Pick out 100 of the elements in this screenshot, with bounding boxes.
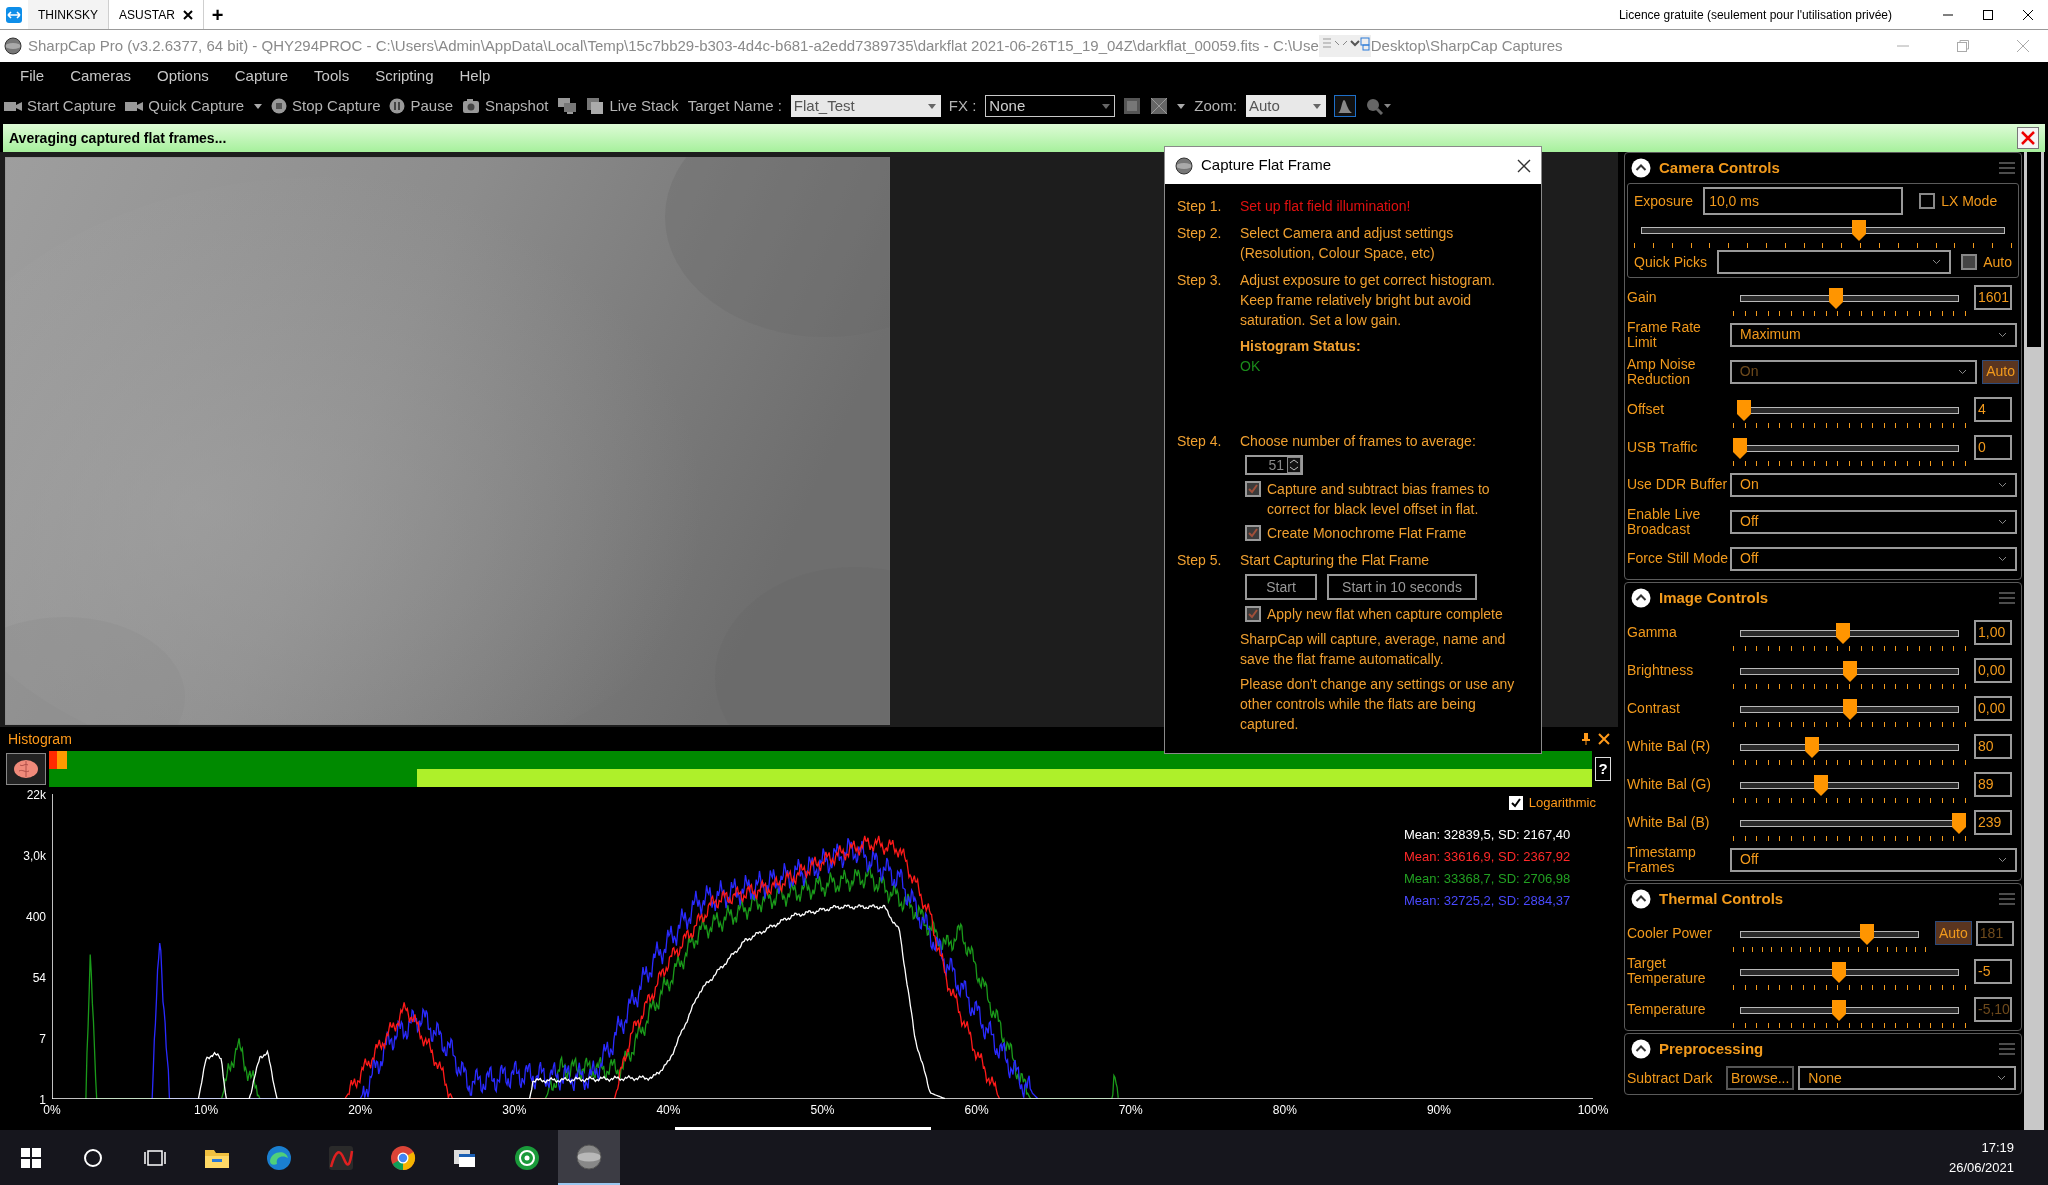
- collapse-icon[interactable]: [1631, 588, 1651, 608]
- value-field[interactable]: 0,00: [1974, 695, 2012, 721]
- close-icon[interactable]: [182, 9, 193, 20]
- value-field[interactable]: 4: [1974, 396, 2012, 422]
- value-field[interactable]: 0,00: [1974, 657, 2012, 683]
- close-icon[interactable]: [1517, 158, 1531, 173]
- chevron-icon[interactable]: [1998, 518, 2007, 525]
- close-icon[interactable]: [2022, 8, 2034, 21]
- dropdown-field[interactable]: On: [1730, 472, 2017, 497]
- dropdown-field[interactable]: Maximum: [1730, 322, 2017, 347]
- slider-thumb[interactable]: [1733, 438, 1747, 460]
- menu-item[interactable]: File: [20, 64, 45, 88]
- slider-thumb[interactable]: [1737, 400, 1752, 422]
- toolbar-button[interactable]: Pause: [389, 93, 454, 119]
- collapse-icon[interactable]: [1631, 158, 1651, 178]
- caret-icon[interactable]: [1177, 103, 1186, 109]
- browser-tab[interactable]: THINKSKY: [28, 0, 108, 29]
- chevron-icon[interactable]: [1998, 856, 2007, 863]
- caret-icon[interactable]: [1312, 103, 1321, 109]
- value-field[interactable]: 89: [1974, 771, 2012, 797]
- menu-item[interactable]: Scripting: [375, 64, 434, 88]
- collapse-icon[interactable]: [1631, 889, 1651, 909]
- dropdown-field[interactable]: None: [985, 95, 1116, 117]
- menu-item[interactable]: Tools: [314, 64, 350, 88]
- slider-thumb[interactable]: [1842, 699, 1857, 721]
- help-button[interactable]: ?: [1595, 757, 1611, 781]
- histogram-stat: Mean: 33368,7, SD: 2706,98: [1404, 870, 1571, 888]
- close-icon[interactable]: [1598, 733, 1610, 745]
- start-button[interactable]: Start in 10 seconds: [1327, 574, 1477, 600]
- pin-icon[interactable]: [1582, 733, 1590, 745]
- toolbar-button[interactable]: Start Capture: [4, 93, 117, 119]
- dropdown-field[interactable]: [1717, 250, 1952, 274]
- remote-toolbar-drawing[interactable]: [1318, 33, 1371, 59]
- checkbox[interactable]: [1245, 606, 1261, 622]
- checkbox[interactable]: [1919, 193, 1936, 209]
- dropdown-field[interactable]: Flat_Test: [790, 95, 941, 117]
- value-field[interactable]: 0: [1974, 434, 2012, 460]
- menu-item[interactable]: Capture: [234, 64, 289, 88]
- caret-icon[interactable]: [927, 103, 936, 109]
- scrollbar-thumb[interactable]: [675, 1127, 931, 1130]
- axis-label: 20%: [347, 1102, 374, 1119]
- field-label: Target Name :: [687, 95, 782, 116]
- grid-icon[interactable]: [1150, 97, 1169, 115]
- number-field[interactable]: 51: [1245, 455, 1303, 475]
- spinner-icon[interactable]: [1287, 457, 1301, 473]
- checkbox[interactable]: [1245, 525, 1261, 541]
- field-label: White Bal (G): [1627, 776, 1712, 792]
- chevron-icon[interactable]: [1932, 259, 1942, 265]
- checkbox[interactable]: [1961, 254, 1978, 270]
- chevron-icon[interactable]: [1998, 331, 2007, 338]
- slider-thumb[interactable]: [1805, 737, 1820, 759]
- dropdown-field[interactable]: Off: [1730, 847, 2017, 872]
- slider-thumb[interactable]: [1814, 775, 1828, 797]
- slider-thumb[interactable]: [1835, 623, 1850, 645]
- field-label: Enable Live Broadcast: [1627, 506, 1702, 537]
- start-button[interactable]: Start: [1245, 574, 1317, 600]
- slider-thumb[interactable]: [1842, 661, 1857, 683]
- collapse-icon[interactable]: [1631, 1039, 1651, 1059]
- menu-item[interactable]: Help: [459, 64, 491, 88]
- toolbar-button[interactable]: Stop Capture: [271, 93, 381, 119]
- zoom-icon[interactable]: [1364, 97, 1391, 115]
- chevron-icon[interactable]: [1998, 555, 2007, 562]
- histogram-icon[interactable]: [1333, 95, 1356, 117]
- chevron-icon[interactable]: [1997, 1075, 2007, 1081]
- browser-tab[interactable]: ASUSTAR: [108, 0, 204, 29]
- taskbar-button[interactable]: [558, 1130, 620, 1185]
- licence-text: Licence gratuite (seulement pour l'utilisation privée): [1618, 6, 1892, 24]
- value-field[interactable]: 80: [1974, 733, 2012, 759]
- close-button[interactable]: [2017, 127, 2039, 149]
- square-icon[interactable]: [1123, 97, 1142, 115]
- value-field[interactable]: -5: [1974, 958, 2012, 984]
- brain-button[interactable]: [6, 753, 46, 785]
- dropdown-field[interactable]: None: [1798, 1066, 2017, 1090]
- maximize-icon[interactable]: [1982, 8, 1994, 21]
- new-tab-button[interactable]: +: [203, 4, 232, 25]
- value-field[interactable]: 239: [1974, 809, 2012, 835]
- axis-label: 10%: [193, 1102, 220, 1119]
- slider-thumb[interactable]: [1852, 220, 1867, 242]
- checkbox[interactable]: [1245, 481, 1261, 497]
- histogram-range-bar[interactable]: [49, 751, 1592, 787]
- dropdown-field[interactable]: Auto: [1245, 95, 1326, 117]
- checkbox[interactable]: [1508, 795, 1523, 810]
- value-field[interactable]: 1,00: [1974, 619, 2012, 645]
- slider-thumb[interactable]: [1831, 962, 1846, 984]
- field-label: White Bal (B): [1627, 814, 1711, 830]
- menu-item[interactable]: Cameras: [70, 64, 132, 88]
- toolbar-button[interactable]: Quick Capture: [125, 93, 263, 119]
- dropdown-field[interactable]: Off: [1730, 546, 2017, 571]
- input-field[interactable]: 10,0 ms: [1703, 187, 1904, 215]
- slider-thumb[interactable]: [1952, 813, 1966, 835]
- scrollbar[interactable]: [2024, 152, 2044, 1130]
- toolbar-button[interactable]: Live Stack: [586, 93, 679, 119]
- scrollbar-thumb[interactable]: [2027, 152, 2041, 347]
- menu-item[interactable]: Options: [157, 64, 209, 88]
- dropdown-field[interactable]: Off: [1730, 509, 2017, 534]
- value-field[interactable]: 1601: [1974, 284, 2012, 310]
- chevron-icon[interactable]: [1998, 481, 2007, 488]
- browse-button[interactable]: Browse...: [1726, 1066, 1795, 1090]
- toolbar-button[interactable]: Snapshot: [462, 93, 549, 119]
- slider-thumb[interactable]: [1829, 288, 1844, 310]
